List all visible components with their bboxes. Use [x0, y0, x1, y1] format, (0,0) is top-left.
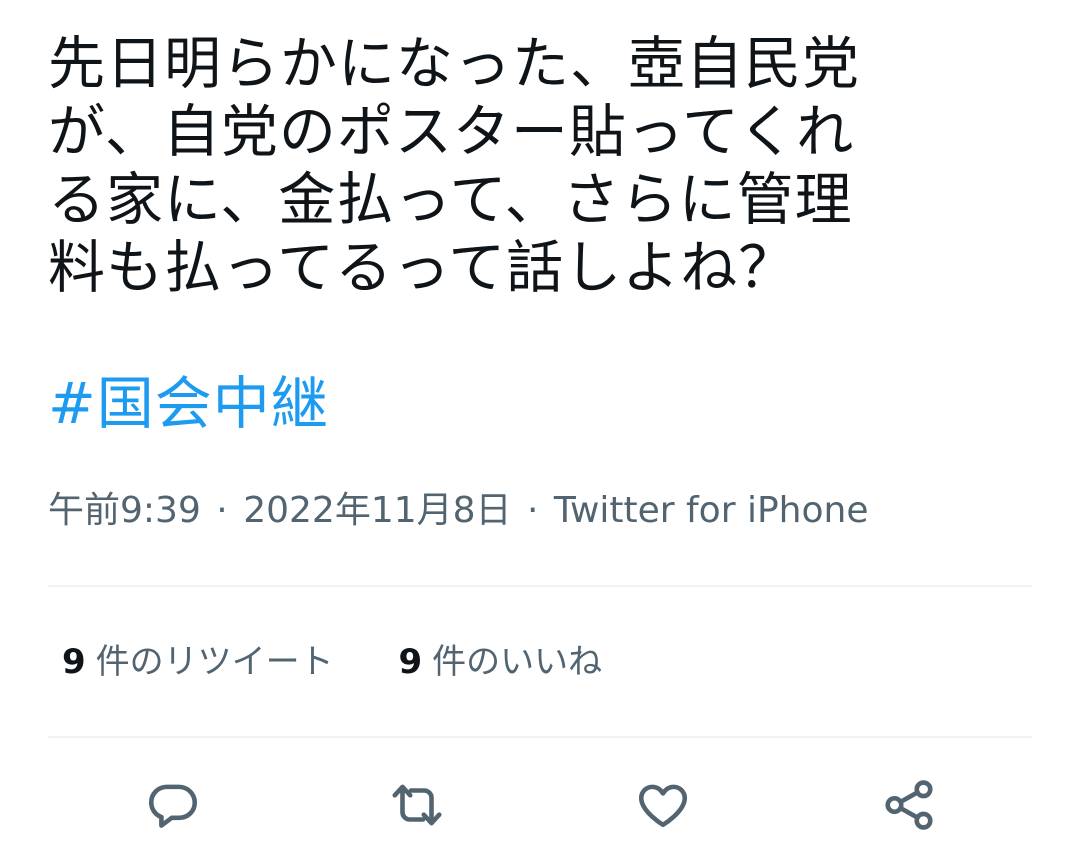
- engagement-stats: 9 件のリツイート 9 件のいいね: [62, 640, 602, 684]
- reply-icon: [148, 784, 198, 828]
- retweets-stat[interactable]: 9 件のリツイート: [62, 640, 334, 684]
- retweets-label: 件のリツイート: [95, 642, 334, 682]
- meta-separator: ·: [216, 490, 228, 531]
- retweet-button[interactable]: [384, 772, 450, 838]
- action-bar: [0, 772, 1080, 838]
- tweet-text-line: が、自党のポスター貼ってくれ: [48, 99, 855, 165]
- tweet-text-line: 料も払ってるって話しよね？: [48, 235, 797, 301]
- likes-label: 件のいいね: [432, 642, 603, 682]
- tweet-source[interactable]: Twitter for iPhone: [554, 490, 869, 531]
- tweet-time[interactable]: 午前9:39: [48, 490, 201, 531]
- like-icon: [638, 784, 688, 828]
- retweets-count: 9: [62, 642, 86, 682]
- tweet-date[interactable]: 2022年11月8日: [243, 490, 511, 531]
- share-button[interactable]: [876, 772, 942, 838]
- likes-count: 9: [398, 642, 423, 682]
- tweet-text-line: る家に、金払って、さらに管理: [48, 167, 853, 233]
- like-button[interactable]: [630, 772, 696, 838]
- tweet-text-line: 先日明らかになった、壺自民党: [48, 31, 860, 97]
- likes-stat[interactable]: 9 件のいいね: [398, 640, 602, 684]
- share-icon: [885, 780, 933, 830]
- meta-separator: ·: [527, 490, 539, 531]
- retweet-icon: [392, 784, 442, 826]
- reply-button[interactable]: [140, 772, 206, 838]
- tweet-metadata: 午前9:39 · 2022年11月8日 · Twitter for iPhone: [48, 488, 868, 534]
- hashtag-link[interactable]: #国会中継: [48, 370, 329, 438]
- divider: [48, 585, 1032, 587]
- tweet-text: 先日明らかになった、壺自民党 が、自党のポスター貼ってくれ る家に、金払って、さ…: [48, 30, 1038, 302]
- divider: [48, 736, 1032, 738]
